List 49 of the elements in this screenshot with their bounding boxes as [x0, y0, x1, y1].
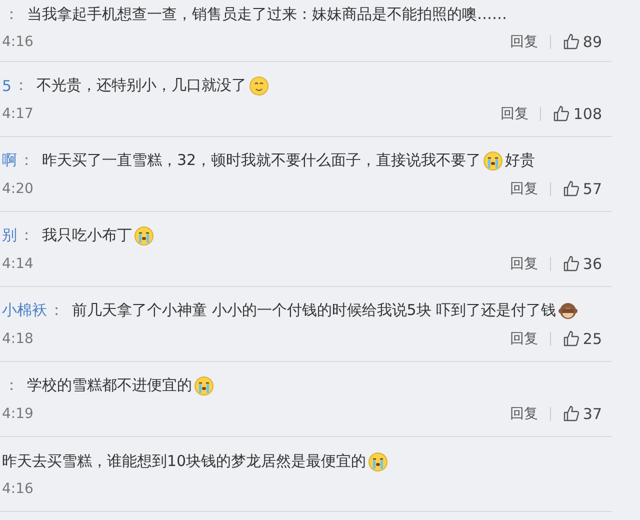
reply-link[interactable]: 回复 — [510, 32, 538, 50]
reply-link[interactable]: 回复 — [510, 180, 538, 198]
thumbs-up-icon — [562, 33, 580, 50]
thumbs-up-icon — [562, 180, 580, 197]
crying-emoji-icon — [368, 452, 388, 472]
username-link[interactable]: 别 — [2, 226, 17, 245]
comment-time: 4:17 — [2, 106, 34, 122]
crying-emoji-icon — [483, 150, 504, 170]
comment-time: 4:16 — [2, 34, 34, 50]
comment-time: 4:19 — [2, 406, 34, 422]
username-link[interactable]: 小棉袄 — [2, 301, 47, 320]
comment-text: 昨天去买雪糕，谁能想到10块钱的梦龙居然是最便宜的 — [2, 452, 366, 471]
comment-text: 不光贵，还特别小，几口就没了 — [36, 76, 247, 95]
comment-time: 4:16 — [2, 480, 34, 496]
like-button[interactable]: 89 — [562, 32, 602, 50]
thumbs-up-icon — [562, 255, 580, 272]
colon-separator: ： — [19, 151, 34, 170]
comment-text: 我只吃小布丁 — [42, 226, 132, 245]
monkey-emoji-icon — [558, 300, 578, 320]
reply-link[interactable]: 回复 — [510, 330, 538, 348]
like-button[interactable]: 25 — [562, 330, 602, 348]
username-link[interactable]: 5 — [2, 76, 12, 94]
colon-separator: ： — [14, 76, 29, 95]
comment-text: 前几天拿了个小神童 小小的一个付钱的时候给我说5块 吓到了还是付了钱 — [72, 301, 556, 320]
username-link[interactable]: 啊 — [2, 151, 17, 170]
crying-emoji-icon — [134, 226, 154, 246]
thumbs-up-icon — [562, 330, 580, 347]
reply-link[interactable]: 回复 — [510, 254, 538, 272]
like-button[interactable]: 37 — [562, 404, 602, 422]
reply-link[interactable]: 回复 — [510, 404, 538, 422]
crying-emoji-icon — [194, 376, 214, 396]
colon-separator: ： — [19, 226, 34, 245]
comment-text: 昨天买了一直雪糕，32，顿时我就不要什么面子，直接说我不要了 — [42, 151, 482, 170]
colon-separator: ： — [49, 301, 64, 320]
thumbs-up-icon — [553, 105, 570, 122]
thumbs-up-icon — [562, 405, 580, 422]
comment-time: 4:20 — [2, 180, 34, 196]
reply-link[interactable]: 回复 — [500, 104, 528, 122]
colon-separator: ： — [4, 376, 19, 395]
colon-separator: ： — [4, 4, 19, 24]
like-button[interactable]: 57 — [562, 180, 602, 198]
smile-emoji-icon — [248, 76, 269, 96]
comment-text: 当我拿起手机想查一查，销售员走了过来：妹妹商品是不能拍照的噢…… — [27, 4, 507, 24]
like-button[interactable]: 36 — [562, 254, 602, 272]
comment-time: 4:18 — [2, 330, 34, 346]
like-button[interactable]: 108 — [553, 104, 602, 122]
comment-time: 4:14 — [2, 256, 34, 272]
comment-text: 好贵 — [505, 151, 536, 170]
comment-text: 学校的雪糕都不进便宜的 — [27, 376, 192, 395]
